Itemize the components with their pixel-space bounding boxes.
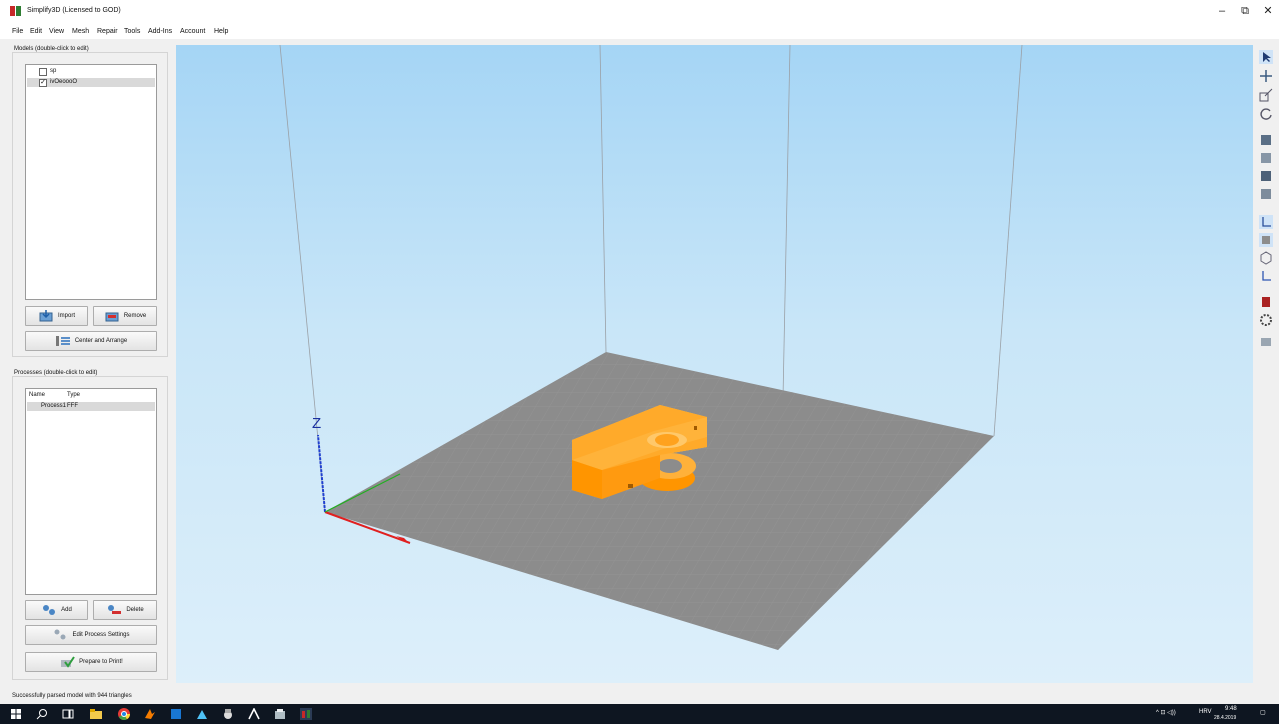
app-icon[interactable] (248, 708, 260, 720)
settings-gear-icon[interactable] (1259, 313, 1273, 327)
status-bar: Successfully parsed model with 944 trian… (0, 690, 1279, 704)
notification-center-icon[interactable]: ▢ (1260, 709, 1266, 716)
list-item[interactable]: sp (27, 67, 155, 76)
simplify3d-taskbar-icon[interactable] (300, 708, 312, 720)
process-name: Process1 (41, 403, 67, 409)
3d-viewport[interactable]: Z (176, 45, 1253, 683)
model-name: ivOeoooO (50, 79, 78, 85)
add-process-button[interactable]: Add (25, 600, 88, 620)
app-icon[interactable] (274, 708, 286, 720)
move-icon[interactable] (1259, 69, 1273, 83)
processes-panel-title: Processes (double-click to edit) (12, 370, 100, 376)
preview-icon[interactable] (1259, 335, 1273, 349)
menu-edit[interactable]: Edit (30, 28, 42, 35)
prepare-print-icon (61, 656, 75, 668)
volume-edge (599, 45, 607, 353)
app-icon[interactable] (170, 708, 182, 720)
restore-button[interactable]: ⧉ (1239, 6, 1251, 17)
file-explorer-icon[interactable] (90, 708, 102, 720)
menu-bar: File Edit View Mesh Repair Tools Add-Ins… (0, 22, 1279, 39)
menu-mesh[interactable]: Mesh (72, 28, 89, 35)
axis-icon[interactable] (1259, 269, 1273, 283)
app-icon[interactable] (144, 708, 156, 720)
cube-view-icon[interactable] (1259, 233, 1273, 247)
delete-process-icon (108, 605, 122, 614)
add-process-icon (43, 605, 56, 615)
models-panel-title: Models (double-click to edit) (12, 46, 91, 52)
processes-table[interactable]: Name Type Process1 FFF (25, 388, 157, 595)
status-message: Successfully parsed model with 944 trian… (12, 693, 132, 699)
table-row[interactable]: Process1 FFF (27, 402, 155, 411)
model-checkbox[interactable] (39, 68, 47, 76)
cube-view-icon[interactable] (1259, 133, 1273, 147)
clock-time[interactable]: 9:48 (1225, 706, 1237, 712)
windows-start-icon[interactable] (10, 708, 22, 720)
add-label: Add (61, 607, 72, 613)
list-item[interactable]: ✓ ivOeoooO (27, 78, 155, 87)
menu-file[interactable]: File (12, 28, 23, 35)
import-label: Import (57, 313, 75, 319)
view-toolstrip (1254, 45, 1279, 683)
search-icon[interactable] (36, 708, 48, 720)
remove-label: Remove (123, 313, 147, 319)
select-icon[interactable] (1259, 50, 1273, 64)
table-header: Name Type (27, 391, 155, 400)
menu-repair[interactable]: Repair (97, 28, 118, 35)
z-axis-label: Z (312, 415, 321, 432)
build-volume-scene[interactable]: Z (176, 45, 1253, 683)
center-and-arrange-button[interactable]: Center and Arrange (25, 331, 157, 351)
cube-view-icon[interactable] (1259, 151, 1273, 165)
model-name: sp (50, 68, 57, 74)
models-list[interactable]: sp ✓ ivOeoooO (25, 64, 157, 300)
center-and-arrange-label: Center and Arrange (74, 338, 128, 344)
center-arrange-icon (55, 336, 70, 346)
import-icon (39, 310, 53, 322)
minimize-button[interactable]: – (1216, 6, 1228, 17)
axis-toggle-icon[interactable] (1259, 215, 1273, 229)
edit-process-settings-label: Edit Process Settings (72, 632, 130, 638)
prepare-to-print-button[interactable]: Prepare to Print! (25, 652, 157, 672)
cut-icon[interactable] (1259, 295, 1273, 309)
chrome-icon[interactable] (118, 708, 130, 720)
app-icon[interactable] (196, 708, 208, 720)
delete-process-button[interactable]: Delete (93, 600, 157, 620)
simplify3d-logo-icon (10, 6, 21, 16)
menu-account[interactable]: Account (180, 28, 205, 35)
cube-view-icon[interactable] (1259, 169, 1273, 183)
scale-icon[interactable] (1259, 88, 1273, 102)
process-type: FFF (67, 403, 78, 409)
volume-edge (993, 45, 1023, 437)
prepare-to-print-label: Prepare to Print! (79, 659, 123, 665)
menu-add-ins[interactable]: Add-Ins (148, 28, 172, 35)
windows-taskbar: ^ ⊡ ◁)) HRV 9:48 28.4.2019 ▢ (0, 704, 1279, 724)
menu-view[interactable]: View (49, 28, 64, 35)
menu-help[interactable]: Help (214, 28, 228, 35)
model-checkbox[interactable]: ✓ (39, 79, 47, 87)
clock-date[interactable]: 28.4.2019 (1214, 715, 1236, 721)
task-view-icon[interactable] (62, 708, 74, 720)
language-indicator[interactable]: HRV (1199, 709, 1212, 715)
build-plate-grid (325, 352, 994, 650)
import-button[interactable]: Import (25, 306, 88, 326)
column-header-name: Name (29, 392, 46, 398)
system-tray-icons[interactable]: ^ ⊡ ◁)) (1156, 709, 1176, 716)
wireframe-icon[interactable] (1259, 251, 1273, 265)
title-bar: Simplify3D (Licensed to GOD) – ⧉ ✕ (0, 0, 1279, 22)
cube-view-icon[interactable] (1259, 187, 1273, 201)
app-icon[interactable] (222, 708, 234, 720)
process-settings-icon (54, 629, 66, 640)
rotate-icon[interactable] (1259, 107, 1273, 121)
edit-process-settings-button[interactable]: Edit Process Settings (25, 625, 157, 645)
remove-icon (105, 312, 119, 322)
window-title: Simplify3D (Licensed to GOD) (27, 7, 121, 14)
column-header-type: Type (67, 392, 81, 398)
close-button[interactable]: ✕ (1262, 6, 1274, 17)
menu-tools[interactable]: Tools (124, 28, 140, 35)
delete-label: Delete (126, 607, 144, 613)
remove-button[interactable]: Remove (93, 306, 157, 326)
